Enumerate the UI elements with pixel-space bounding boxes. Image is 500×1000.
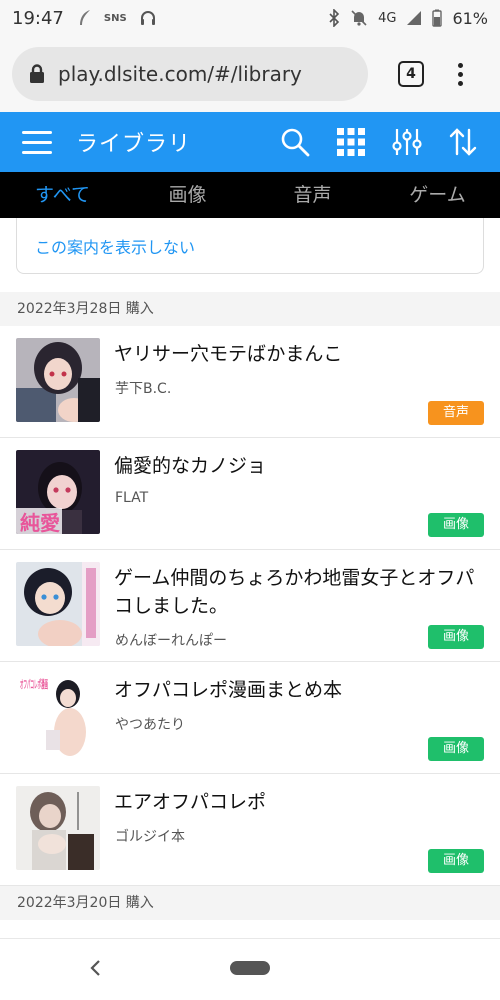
home-gesture-pill[interactable] (230, 961, 270, 975)
signal-icon (407, 11, 422, 25)
purchase-date-header: 2022年3月20日 購入 (0, 886, 500, 920)
thumb-caption: 純愛 (20, 511, 60, 534)
category-badge-image: 画像 (428, 737, 484, 761)
work-thumbnail: 純愛 (16, 450, 100, 534)
purchase-date-header: 2022年3月28日 購入 (0, 292, 500, 326)
lock-icon (30, 64, 44, 83)
back-icon[interactable] (88, 959, 102, 977)
bluetooth-icon (329, 9, 340, 27)
status-right: 4G 61% (328, 9, 488, 28)
category-badge-image: 画像 (428, 849, 484, 873)
sort-icon[interactable] (448, 127, 478, 157)
hamburger-menu-icon[interactable] (22, 130, 52, 154)
category-badge-image: 画像 (428, 625, 484, 649)
work-author: 芋下B.C. (115, 381, 172, 397)
status-left-icons: SNS (78, 9, 157, 27)
list-item[interactable]: オフパコレポ漫画 オフパコレポ漫画まとめ本 やつあたり 画像 (0, 662, 500, 774)
tab-all[interactable]: すべて (0, 172, 125, 218)
battery-icon (432, 9, 443, 27)
tab-images[interactable]: 画像 (125, 172, 250, 218)
grid-view-icon[interactable] (336, 127, 366, 157)
work-title: エアオフパコレポ (114, 791, 267, 813)
filter-sliders-icon[interactable] (392, 127, 422, 157)
work-thumbnail: オフパコレポ漫画 (16, 674, 100, 758)
tab-games[interactable]: ゲーム (375, 172, 500, 218)
category-badge-image: 画像 (428, 513, 484, 537)
work-author: めんぼーれんぽー (115, 633, 227, 649)
header-actions (280, 127, 478, 157)
headphones-icon (140, 11, 155, 25)
feather-icon (79, 10, 90, 25)
work-author: やつあたり (115, 717, 185, 733)
tab-audio[interactable]: 音声 (250, 172, 375, 218)
network-type: 4G (378, 10, 397, 26)
category-badge-audio: 音声 (428, 401, 484, 425)
hide-notice-link[interactable]: この案内を表示しない (35, 234, 195, 258)
browser-toolbar: play.dlsite.com/#/library 4 (0, 36, 500, 112)
url-bar[interactable]: play.dlsite.com/#/library (12, 47, 368, 101)
notice-card: この案内を表示しない (16, 218, 484, 274)
system-nav-bar (0, 938, 500, 1000)
work-author: ゴルジイ本 (115, 829, 185, 845)
work-title: ヤリサー穴モテばかまんこ (114, 343, 343, 365)
status-time: 19:47 (12, 7, 64, 29)
library-list[interactable]: この案内を表示しない 2022年3月28日 購入 ヤリサー穴モテばかまんこ 芋下… (0, 218, 500, 938)
thumb-caption: オフパコレポ漫画 (20, 677, 48, 691)
notifications-off-icon (351, 10, 367, 26)
list-item[interactable]: ゲーム仲間のちょろかわ地雷女子とオフパコしました。 めんぼーれんぽー 画像 (0, 550, 500, 662)
work-author: FLAT (115, 490, 149, 506)
battery-level: 61% (452, 8, 488, 28)
status-bar: 19:47 SNS 4G 61% (0, 0, 500, 36)
work-thumbnail (16, 338, 100, 422)
sns-icon: SNS (103, 12, 127, 24)
category-tabs: すべて 画像 音声 ゲーム (0, 172, 500, 218)
overflow-menu-icon[interactable] (458, 62, 463, 86)
list-item[interactable]: エアオフパコレポ ゴルジイ本 画像 (0, 774, 500, 886)
work-title: ゲーム仲間のちょろかわ地雷女子とオフパコしました。 (114, 567, 475, 617)
list-item[interactable]: 純愛 偏愛的なカノジョ FLAT 画像 (0, 438, 500, 550)
tab-switcher-button[interactable]: 4 (398, 61, 424, 87)
work-title: オフパコレポ漫画まとめ本 (114, 679, 343, 701)
page-title: ライブラリ (76, 132, 192, 157)
app-header: ライブラリ (0, 112, 500, 172)
search-icon[interactable] (280, 127, 310, 157)
work-thumbnail (16, 786, 100, 870)
url-text: play.dlsite.com/#/library (58, 62, 302, 86)
list-item[interactable]: ヤリサー穴モテばかまんこ 芋下B.C. 音声 (0, 326, 500, 438)
work-thumbnail (16, 562, 100, 646)
work-title: 偏愛的なカノジョ (114, 455, 267, 477)
